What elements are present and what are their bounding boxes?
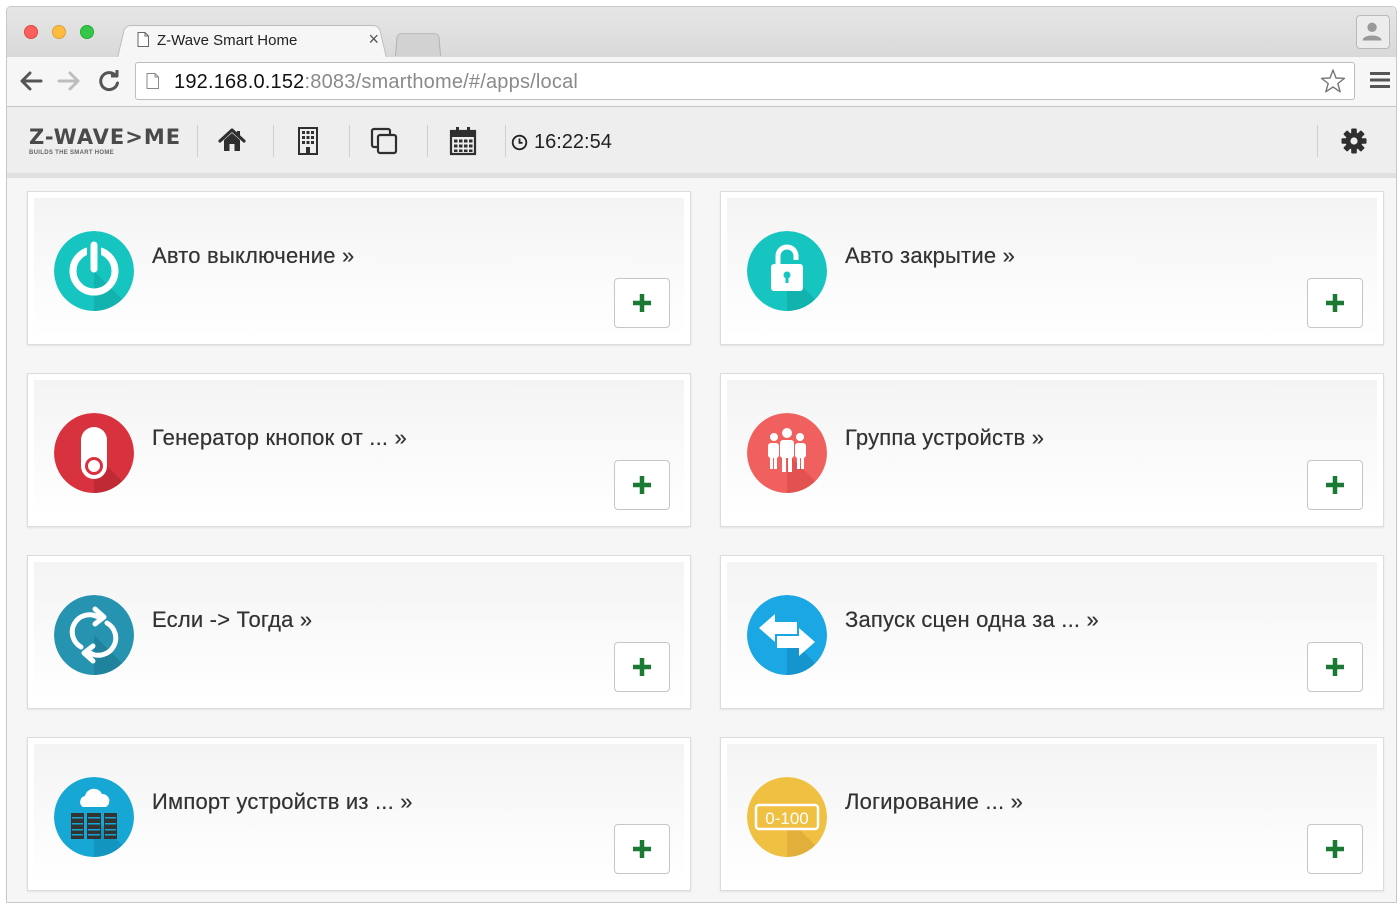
app-header: Z-WAVE>ME BUILDS THE SMART HOME 16:22:54 (7, 107, 1396, 178)
app-title[interactable]: Авто закрытие » (845, 243, 1015, 269)
add-app-button[interactable] (1307, 824, 1363, 874)
group-icon (747, 413, 827, 493)
app-title[interactable]: Если -> Тогда » (152, 607, 312, 633)
clock-icon (511, 134, 528, 151)
plus-icon (633, 294, 651, 312)
header-divider (273, 125, 274, 157)
refresh-icon (54, 595, 134, 675)
app-card[interactable]: Запуск сцен одна за ... » (720, 555, 1384, 709)
card-body: Генератор кнопок от ... » (34, 380, 684, 520)
page-icon (137, 32, 149, 47)
address-bar[interactable]: 192.168.0.152:8083/smarthome/#/apps/loca… (135, 62, 1355, 100)
plus-icon (1326, 294, 1344, 312)
card-body: Авто закрытие » (727, 198, 1377, 338)
browser-window: Z-Wave Smart Home × 192.168.0.152:8083/s… (6, 6, 1397, 903)
url-text: 192.168.0.152:8083/smarthome/#/apps/loca… (174, 71, 578, 94)
clock-time: 16:22:54 (534, 131, 612, 153)
widgets-copy-icon[interactable] (368, 125, 400, 157)
app-card[interactable]: Импорт устройств из ... » (27, 737, 691, 891)
new-tab-button[interactable] (395, 33, 441, 56)
app-title[interactable]: Запуск сцен одна за ... » (845, 607, 1099, 633)
add-app-button[interactable] (614, 824, 670, 874)
plus-icon (633, 840, 651, 858)
range-icon-text: 0-100 (765, 809, 808, 828)
add-app-button[interactable] (1307, 642, 1363, 692)
plus-icon (633, 476, 651, 494)
tab-close-icon[interactable]: × (368, 29, 379, 50)
back-arrow-icon[interactable] (17, 67, 45, 95)
plus-icon (1326, 476, 1344, 494)
header-divider (197, 125, 198, 157)
person-icon (1362, 22, 1382, 41)
browser-tab[interactable]: Z-Wave Smart Home × (125, 23, 387, 57)
zwave-logo[interactable]: Z-WAVE>ME BUILDS THE SMART HOME (29, 125, 182, 157)
app-card[interactable]: Авто выключение » (27, 191, 691, 345)
add-app-button[interactable] (1307, 460, 1363, 510)
card-body: Если -> Тогда » (34, 562, 684, 702)
browser-toolbar: 192.168.0.152:8083/smarthome/#/apps/loca… (7, 57, 1396, 107)
card-body: Группа устройств » (727, 380, 1377, 520)
url-host: 192.168.0.152 (174, 71, 305, 93)
gear-icon[interactable] (1340, 127, 1368, 155)
cloud-server-icon (54, 777, 134, 857)
lock-icon (747, 231, 827, 311)
app-title[interactable]: Авто выключение » (152, 243, 354, 269)
app-card[interactable]: Группа устройств » (720, 373, 1384, 527)
profile-button[interactable] (1356, 15, 1390, 49)
title-bar: Z-Wave Smart Home × (7, 7, 1396, 58)
add-app-button[interactable] (614, 278, 670, 328)
header-divider (505, 125, 506, 157)
header-divider (349, 125, 350, 157)
add-app-button[interactable] (1307, 278, 1363, 328)
swap-arrows-icon (747, 595, 827, 675)
logo-tagline: BUILDS THE SMART HOME (29, 150, 114, 156)
close-window-button[interactable] (24, 25, 38, 39)
app-title[interactable]: Генератор кнопок от ... » (152, 425, 407, 451)
minimize-window-button[interactable] (52, 25, 66, 39)
card-body: Запуск сцен одна за ... » (727, 562, 1377, 702)
forward-arrow-icon[interactable] (55, 67, 83, 95)
card-body: Авто выключение » (34, 198, 684, 338)
calendar-icon[interactable] (447, 125, 479, 157)
app-title[interactable]: Импорт устройств из ... » (152, 789, 413, 815)
building-icon[interactable] (292, 125, 324, 157)
browser-menu-icon[interactable] (1368, 68, 1392, 92)
range-icon: 0-100 (747, 777, 827, 857)
power-icon (54, 231, 134, 311)
app-card[interactable]: Генератор кнопок от ... » (27, 373, 691, 527)
switch-icon (54, 413, 134, 493)
app-card[interactable]: Если -> Тогда » (27, 555, 691, 709)
header-divider (1317, 125, 1318, 157)
app-title[interactable]: Логирование ... » (845, 789, 1023, 815)
card-body: Импорт устройств из ... » (34, 744, 684, 884)
header-clock: 16:22:54 (511, 131, 612, 154)
reload-icon[interactable] (95, 67, 123, 95)
logo-text: Z-WAVE>ME (29, 125, 182, 149)
bookmark-star-icon[interactable] (1320, 68, 1346, 94)
app-card[interactable]: Авто закрытие » (720, 191, 1384, 345)
app-title[interactable]: Группа устройств » (845, 425, 1044, 451)
url-path: :8083/smarthome/#/apps/local (304, 71, 579, 93)
header-divider (427, 125, 428, 157)
maximize-window-button[interactable] (80, 25, 94, 39)
page-icon (146, 73, 159, 89)
plus-icon (633, 658, 651, 676)
plus-icon (1326, 840, 1344, 858)
add-app-button[interactable] (614, 642, 670, 692)
home-icon[interactable] (216, 125, 248, 157)
plus-icon (1326, 658, 1344, 676)
app-card[interactable]: 0-100 Логирование ... » (720, 737, 1384, 891)
tab-title: Z-Wave Smart Home (157, 32, 298, 49)
card-body: 0-100 Логирование ... » (727, 744, 1377, 884)
add-app-button[interactable] (614, 460, 670, 510)
